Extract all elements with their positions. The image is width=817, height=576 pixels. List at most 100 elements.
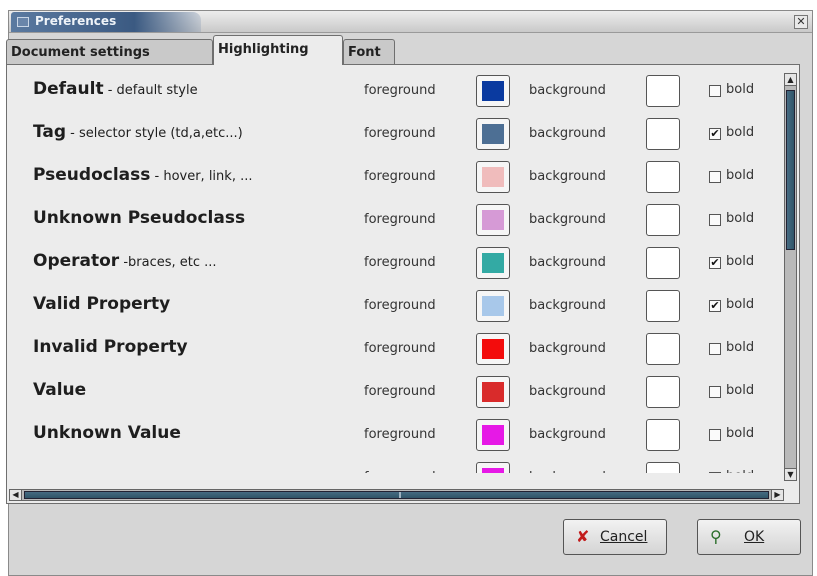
foreground-color-fill (482, 81, 504, 101)
foreground-color-fill (482, 253, 504, 273)
horizontal-scrollbar[interactable]: ◀ ▶ (9, 489, 784, 501)
bold-label: bold (726, 297, 755, 312)
cancel-button[interactable]: ✘ Cancel (563, 519, 667, 555)
bold-checkbox[interactable] (709, 214, 721, 226)
foreground-label: foreground (364, 298, 436, 313)
style-name: Tag (33, 122, 67, 142)
background-label: background (529, 169, 606, 184)
style-label: Unknown Pseudoclass (33, 208, 245, 228)
bold-checkbox[interactable] (709, 85, 721, 97)
bold-checkbox[interactable] (709, 386, 721, 398)
bold-label: bold (726, 254, 755, 269)
foreground-color-button[interactable] (476, 247, 510, 279)
foreground-color-button[interactable] (476, 204, 510, 236)
foreground-label: foreground (364, 427, 436, 442)
style-label: - (33, 466, 40, 473)
style-row: Invalid Property foreground background bold (9, 331, 779, 374)
foreground-label: foreground (364, 126, 436, 141)
foreground-color-fill (482, 167, 504, 187)
bold-checkbox[interactable] (709, 171, 721, 183)
background-color-button[interactable] (646, 376, 680, 408)
tab-font[interactable]: Font (343, 39, 395, 65)
style-label: Invalid Property (33, 337, 188, 357)
style-row: Valid Property foreground background ✔ bold (9, 288, 779, 331)
bold-label: bold (726, 168, 755, 183)
style-row: Unknown Value foreground background bold (9, 417, 779, 460)
foreground-color-button[interactable] (476, 290, 510, 322)
style-row: Default - default style foreground backgro… (9, 73, 779, 116)
foreground-color-button[interactable] (476, 75, 510, 107)
background-color-button[interactable] (646, 333, 680, 365)
ok-button[interactable]: ⚲ OK (697, 519, 801, 555)
foreground-label: foreground (364, 470, 436, 473)
style-row: Unknown Pseudoclass foreground background b… (9, 202, 779, 245)
foreground-label: foreground (364, 255, 436, 270)
foreground-color-button[interactable] (476, 118, 510, 150)
cancel-icon: ✘ (576, 527, 590, 546)
background-color-button[interactable] (646, 75, 680, 107)
background-color-button[interactable] (646, 204, 680, 236)
foreground-color-fill (482, 468, 504, 473)
close-icon[interactable]: ✕ (794, 15, 808, 29)
scroll-left-icon[interactable]: ◀ (10, 490, 22, 500)
scroll-up-icon[interactable]: ▲ (785, 74, 796, 86)
foreground-label: foreground (364, 384, 436, 399)
bold-checkbox[interactable]: ✔ (709, 257, 721, 269)
style-row: Pseudoclass - hover, link, ... foreground… (9, 159, 779, 202)
style-list: Default - default style foreground backgro… (9, 73, 779, 473)
bold-label: bold (726, 469, 754, 473)
background-label: background (529, 384, 606, 399)
bold-label: bold (726, 340, 755, 355)
window-icon (17, 17, 29, 27)
foreground-color-button[interactable] (476, 161, 510, 193)
background-label: background (529, 470, 606, 473)
background-label: background (529, 255, 606, 270)
style-name: Pseudoclass (33, 165, 151, 185)
bold-label: bold (726, 211, 755, 226)
bold-checkbox[interactable]: ✔ (709, 128, 721, 140)
bold-checkbox[interactable]: ✔ (709, 300, 721, 312)
foreground-color-fill (482, 124, 504, 144)
style-name: Operator (33, 251, 120, 271)
bold-checkbox[interactable] (709, 343, 721, 355)
scroll-down-icon[interactable]: ▼ (785, 468, 796, 480)
style-row: Value foreground background bold (9, 374, 779, 417)
background-color-button[interactable] (646, 161, 680, 193)
style-description: - default style (103, 83, 198, 98)
background-color-button[interactable] (646, 118, 680, 150)
background-color-button[interactable] (646, 419, 680, 451)
background-color-button[interactable] (646, 247, 680, 279)
foreground-label: foreground (364, 341, 436, 356)
style-label: Tag - selector style (td,a,etc...) (33, 122, 243, 142)
style-name: Invalid Property (33, 337, 188, 357)
title-bar[interactable]: Preferences ✕ (9, 11, 812, 33)
foreground-color-fill (482, 210, 504, 230)
background-label: background (529, 212, 606, 227)
scroll-right-icon[interactable]: ▶ (771, 490, 783, 500)
foreground-color-button[interactable] (476, 376, 510, 408)
background-color-button[interactable] (646, 462, 680, 473)
foreground-color-button[interactable] (476, 462, 510, 473)
bold-label: bold (726, 383, 755, 398)
horizontal-scroll-thumb[interactable] (24, 491, 769, 499)
foreground-color-fill (482, 382, 504, 402)
background-color-button[interactable] (646, 290, 680, 322)
foreground-color-fill (482, 425, 504, 445)
foreground-color-button[interactable] (476, 333, 510, 365)
vertical-scroll-thumb[interactable] (786, 90, 795, 250)
tab-highlighting[interactable]: Highlighting (213, 35, 343, 65)
style-description: - selector style (td,a,etc...) (66, 126, 243, 141)
vertical-scrollbar[interactable]: ▲ ▼ (784, 73, 797, 481)
highlighting-panel: Default - default style foreground backgro… (6, 64, 800, 504)
ok-label: OK (744, 529, 765, 545)
bold-checkbox[interactable] (709, 472, 721, 473)
foreground-color-button[interactable] (476, 419, 510, 451)
foreground-color-fill (482, 339, 504, 359)
bold-label: bold (726, 125, 755, 140)
style-row: Tag - selector style (td,a,etc...) foregr… (9, 116, 779, 159)
foreground-label: foreground (364, 83, 436, 98)
style-label: Pseudoclass - hover, link, ... (33, 165, 252, 185)
background-label: background (529, 427, 606, 442)
bold-checkbox[interactable] (709, 429, 721, 441)
tab-document-settings[interactable]: Document settings (6, 39, 213, 65)
